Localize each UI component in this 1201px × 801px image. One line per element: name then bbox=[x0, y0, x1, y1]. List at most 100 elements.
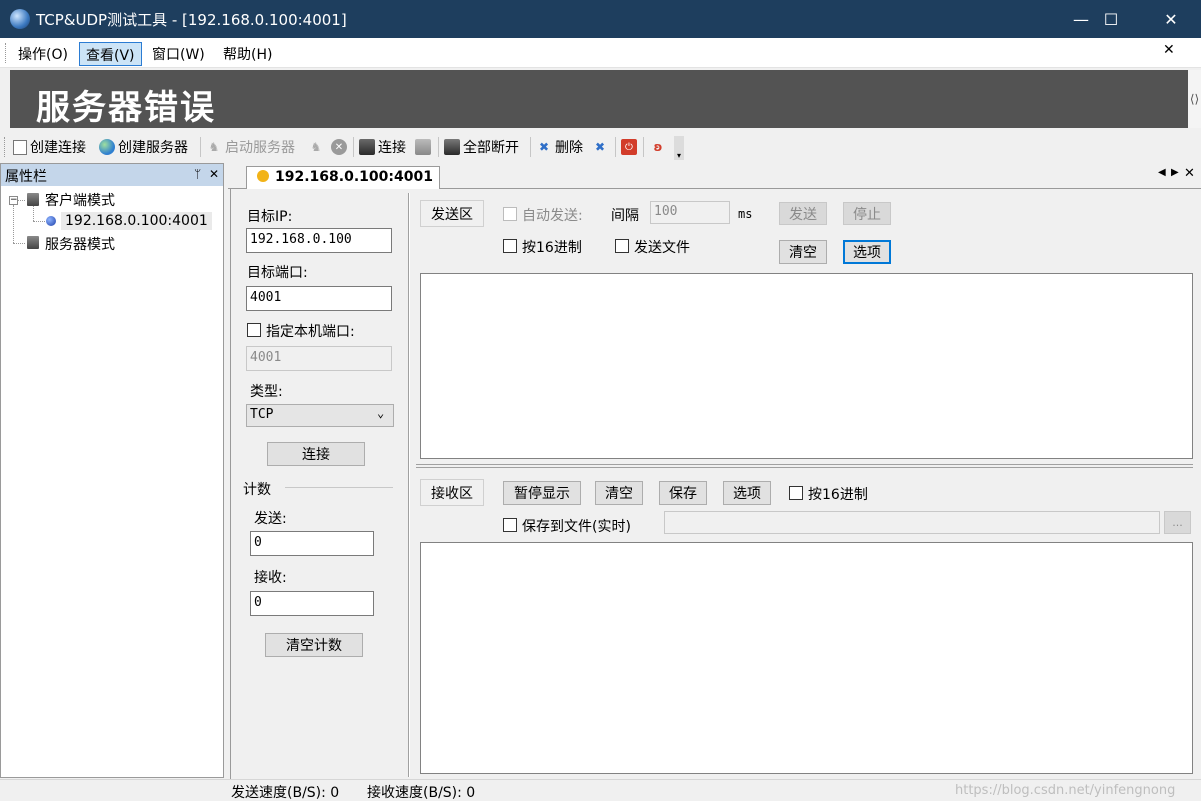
mdi-close-button[interactable]: ✕ bbox=[1163, 42, 1175, 58]
auto-send-checkbox[interactable] bbox=[503, 207, 517, 221]
delete-all-button[interactable]: ✖ bbox=[592, 136, 611, 158]
about-button[interactable]: ʚ bbox=[650, 136, 669, 158]
send-file-checkbox[interactable] bbox=[615, 239, 629, 253]
recv-area-label: 接收区 bbox=[420, 479, 484, 506]
create-connection-label: 创建连接 bbox=[30, 140, 86, 156]
connect-action-button[interactable]: 连接 bbox=[267, 442, 365, 466]
status-bar: 发送速度(B/S): 0 接收速度(B/S): 0 https://blog.c… bbox=[0, 779, 1201, 801]
send-count-label: 发送: bbox=[254, 511, 287, 527]
send-area-label: 发送区 bbox=[420, 200, 484, 227]
tree-server-mode[interactable]: 服务器模式 bbox=[45, 234, 115, 254]
start-server-button[interactable]: ♞ 启动服务器 bbox=[206, 136, 295, 158]
local-port-checkbox[interactable] bbox=[247, 323, 261, 337]
type-select[interactable]: TCP ⌄ bbox=[246, 404, 394, 427]
tab-connection[interactable]: 192.168.0.100:4001 bbox=[246, 166, 440, 190]
menu-help[interactable]: 帮助(H) bbox=[217, 42, 278, 66]
banner-title: 服务器错误 bbox=[10, 70, 1188, 128]
send-options-button[interactable]: 选项 bbox=[843, 240, 891, 264]
collapse-icon[interactable]: − bbox=[9, 196, 18, 205]
property-panel: 属性栏 ᛘ ✕ − 客户端模式 192.168.0.100:4001 服务器模式 bbox=[0, 163, 224, 778]
connection-tab-icon bbox=[257, 170, 269, 182]
delete-button[interactable]: ✖ 删除 bbox=[536, 136, 583, 158]
create-connection-button[interactable]: 创建连接 bbox=[13, 136, 86, 158]
disconnect-all-label: 全部断开 bbox=[463, 140, 519, 156]
power-button[interactable]: ⏻ bbox=[621, 136, 640, 158]
cancel-button[interactable]: ✕ bbox=[331, 136, 350, 158]
create-server-button[interactable]: 创建服务器 bbox=[99, 136, 188, 158]
watermark: https://blog.csdn.net/yinfengnong bbox=[955, 783, 1176, 798]
save-to-file-checkbox[interactable] bbox=[503, 518, 517, 532]
recv-clear-button[interactable]: 清空 bbox=[595, 481, 643, 505]
menu-view[interactable]: 查看(V) bbox=[79, 42, 142, 66]
save-file-path-input[interactable] bbox=[664, 511, 1160, 534]
recv-options-button[interactable]: 选项 bbox=[723, 481, 771, 505]
disconnect-icon bbox=[415, 139, 431, 155]
send-clear-button[interactable]: 清空 bbox=[779, 240, 827, 264]
tree-client-mode[interactable]: 客户端模式 bbox=[45, 190, 115, 210]
tab-scroll-left-icon[interactable]: ◀ bbox=[1158, 167, 1166, 178]
banner-scroll-icon[interactable]: ⟨⟩ bbox=[1188, 70, 1201, 128]
recv-save-button[interactable]: 保存 bbox=[659, 481, 707, 505]
stop-button[interactable]: 停止 bbox=[843, 202, 891, 225]
maximize-button[interactable]: ☐ bbox=[1081, 0, 1141, 38]
tree-line bbox=[18, 200, 25, 201]
send-hex-checkbox[interactable] bbox=[503, 239, 517, 253]
tab-connection-label: 192.168.0.100:4001 bbox=[275, 169, 433, 185]
interval-input[interactable]: 100 bbox=[650, 201, 730, 224]
disconnect-button[interactable] bbox=[415, 136, 434, 158]
menu-bar: 操作(O) 查看(V) 窗口(W) 帮助(H) ✕ bbox=[0, 38, 1201, 68]
recv-hex-checkbox[interactable] bbox=[789, 486, 803, 500]
toolbar-separator bbox=[530, 137, 531, 157]
recv-count-field: 0 bbox=[250, 591, 374, 616]
menu-operate[interactable]: 操作(O) bbox=[12, 42, 74, 66]
target-ip-label: 目标IP: bbox=[247, 209, 293, 225]
panel-close-icon[interactable]: ✕ bbox=[209, 167, 219, 181]
new-connection-icon bbox=[13, 139, 27, 155]
target-port-input[interactable]: 4001 bbox=[246, 286, 392, 311]
stop-server-button[interactable]: ♞ bbox=[308, 136, 327, 158]
tab-scroll-right-icon[interactable]: ▶ bbox=[1171, 167, 1179, 178]
client-mode-icon bbox=[27, 193, 39, 206]
tree-line bbox=[33, 221, 45, 222]
recv-hex-label: 按16进制 bbox=[808, 487, 868, 503]
toolbar-separator bbox=[643, 137, 644, 157]
toolbar-separator bbox=[353, 137, 354, 157]
menu-grip bbox=[5, 43, 8, 63]
send-hex-label: 按16进制 bbox=[522, 240, 582, 256]
target-ip-input[interactable]: 192.168.0.100 bbox=[246, 228, 392, 253]
title-bar: TCP&UDP测试工具 - [192.168.0.100:4001] — ☐ ✕ bbox=[0, 0, 1201, 38]
create-server-label: 创建服务器 bbox=[118, 140, 188, 156]
close-window-button[interactable]: ✕ bbox=[1141, 0, 1201, 38]
toolbar-separator bbox=[438, 137, 439, 157]
connect-icon bbox=[359, 139, 375, 155]
clear-count-button[interactable]: 清空计数 bbox=[265, 633, 363, 657]
send-textarea[interactable] bbox=[420, 273, 1193, 459]
local-port-input[interactable]: 4001 bbox=[246, 346, 392, 371]
column-divider bbox=[408, 193, 410, 777]
receive-textarea[interactable] bbox=[420, 542, 1193, 774]
local-port-label: 指定本机端口: bbox=[266, 324, 355, 340]
menu-window[interactable]: 窗口(W) bbox=[146, 42, 211, 66]
send-count-field: 0 bbox=[250, 531, 374, 556]
target-port-label: 目标端口: bbox=[247, 265, 308, 281]
connection-status-icon bbox=[46, 216, 56, 226]
property-panel-title: 属性栏 bbox=[5, 169, 47, 185]
connect-label: 连接 bbox=[378, 140, 406, 156]
globe-icon bbox=[99, 139, 115, 155]
disconnect-all-button[interactable]: 全部断开 bbox=[444, 136, 519, 158]
tree-client-item[interactable]: 192.168.0.100:4001 bbox=[61, 212, 212, 230]
toolbar-separator bbox=[200, 137, 201, 157]
area-splitter[interactable] bbox=[416, 464, 1193, 468]
pin-icon[interactable]: ᛘ bbox=[194, 167, 201, 181]
browse-button[interactable]: ... bbox=[1164, 511, 1191, 534]
count-label: 计数 bbox=[243, 482, 271, 498]
tab-close-icon[interactable]: ✕ bbox=[1184, 166, 1195, 181]
toolbar-overflow-icon[interactable]: ▾ bbox=[674, 136, 684, 160]
send-button[interactable]: 发送 bbox=[779, 202, 827, 225]
tree-line bbox=[13, 205, 14, 243]
save-to-file-label: 保存到文件(实时) bbox=[522, 519, 631, 535]
connect-button[interactable]: 连接 bbox=[359, 136, 406, 158]
app-icon bbox=[10, 9, 30, 29]
pause-display-button[interactable]: 暂停显示 bbox=[503, 481, 581, 505]
cancel-icon: ✕ bbox=[331, 139, 347, 155]
